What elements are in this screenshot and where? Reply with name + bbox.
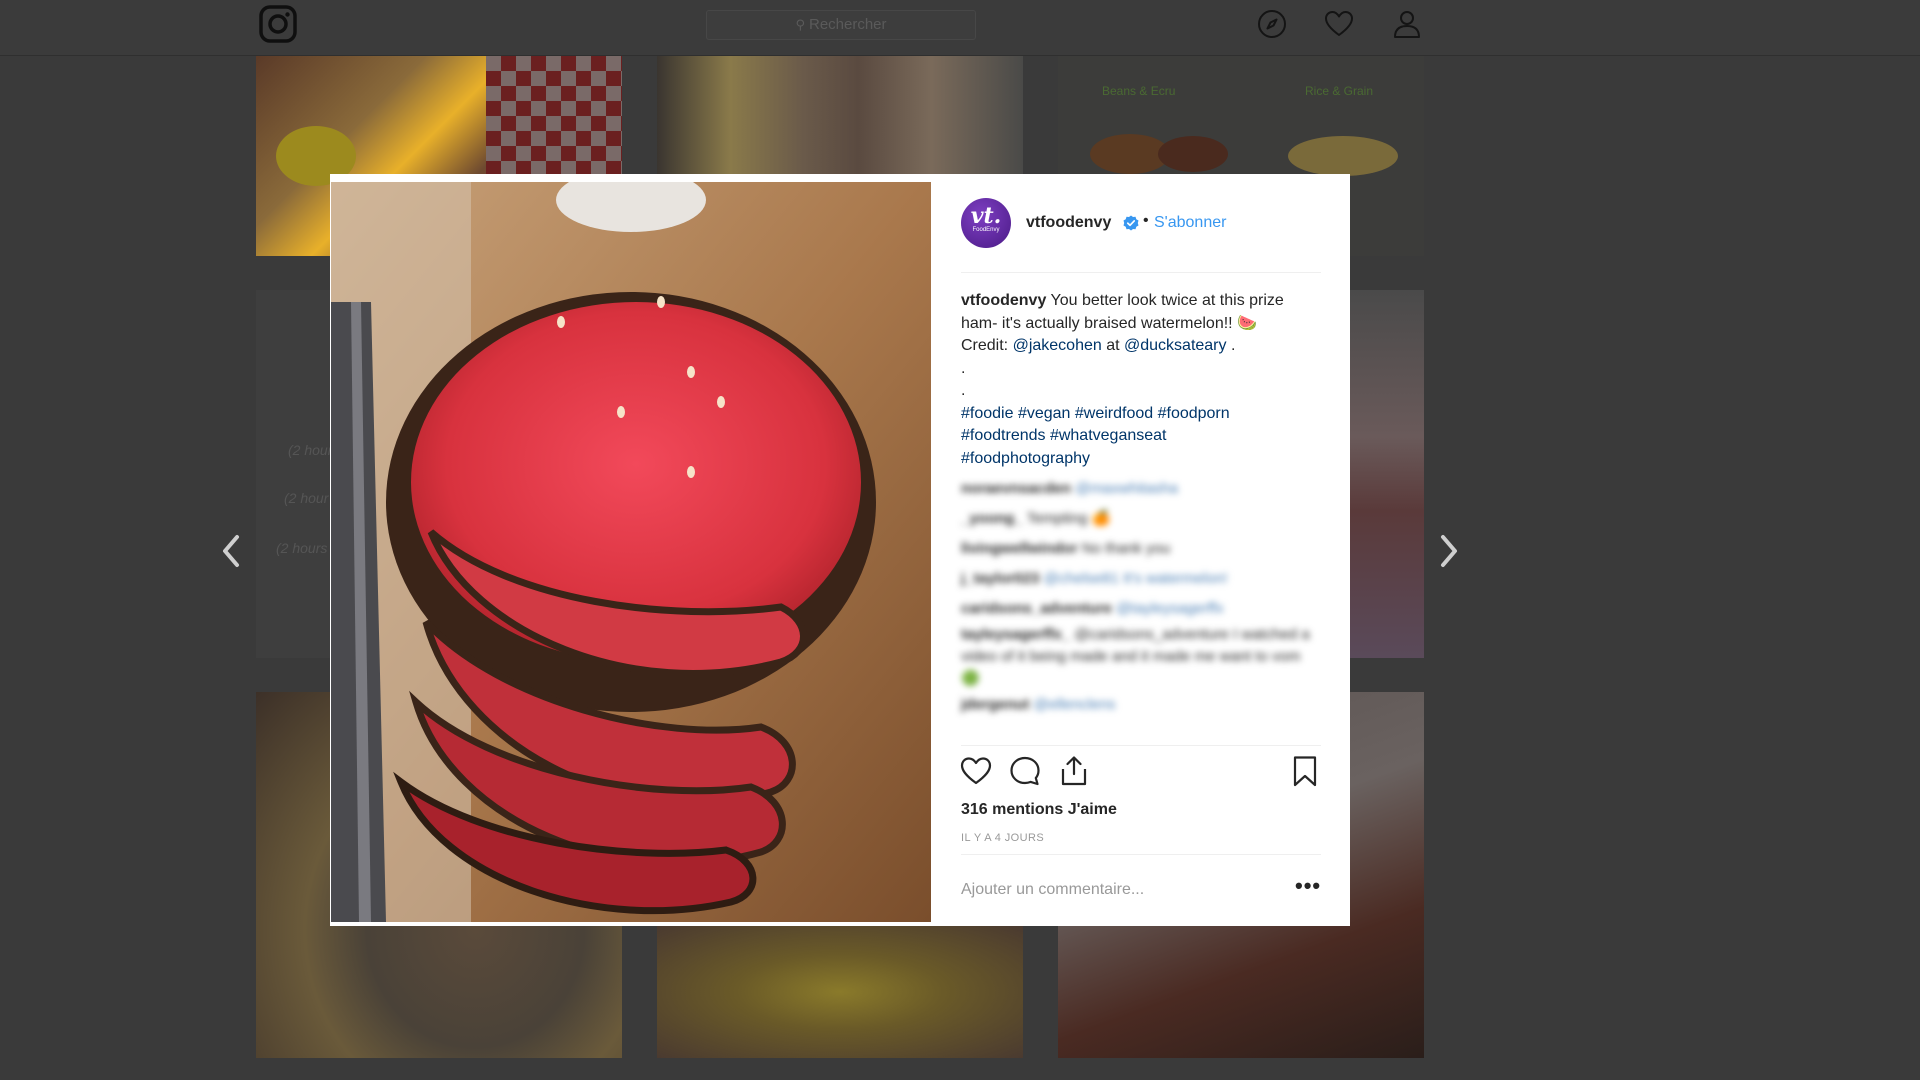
- comment-text: Tempting 🍊: [1022, 510, 1111, 527]
- comment-item[interactable]: livingwellwindor No thank you: [961, 534, 1321, 564]
- comment-bubble-icon[interactable]: [1008, 754, 1042, 788]
- tile-tag-beans: Beans & Ecru: [1102, 84, 1176, 98]
- comment-text: No thank you: [1077, 540, 1171, 557]
- post-username[interactable]: vtfoodenvy: [1026, 214, 1111, 232]
- comment-item[interactable]: caridsons_adventure @tayleysagerffx: [961, 594, 1321, 624]
- comment-username: tayleysagerffx_: [961, 626, 1071, 643]
- profile-icon[interactable]: [1391, 8, 1423, 40]
- like-heart-icon[interactable]: [959, 754, 993, 788]
- caption-dot-2: .: [961, 382, 966, 399]
- tile-time-3: (2 hours: [276, 540, 328, 556]
- grid-post-sandwiches[interactable]: [657, 56, 1023, 174]
- likes-count[interactable]: 316 mentions J'aime: [961, 801, 1117, 819]
- comment-item[interactable]: noraevnsacden @maxwhitasha: [961, 474, 1321, 504]
- comment-text: @chelse81 It's watermelon!: [1039, 570, 1228, 587]
- hashtags-line-3[interactable]: #foodphotography: [961, 448, 1321, 471]
- comment-item[interactable]: j_taylor023 @chelse81 It's watermelon!: [961, 564, 1321, 594]
- tile-tag-rice: Rice & Grain: [1305, 84, 1374, 98]
- caption-username[interactable]: vtfoodenvy: [961, 292, 1046, 309]
- comment-text: @maxwhitasha: [1071, 480, 1178, 497]
- caption-first-paragraph: vtfoodenvy You better look twice at this…: [961, 290, 1321, 335]
- post-timestamp[interactable]: IL Y A 4 JOURS: [961, 832, 1044, 844]
- hashtags-line-1[interactable]: #foodie #vegan #weirdfood #foodporn: [961, 403, 1321, 426]
- actions-divider: [961, 745, 1321, 746]
- caption-dot-1: .: [961, 359, 966, 377]
- comment-list: noraevnsacden @maxwhitasha _yoong_ Tempt…: [961, 474, 1321, 720]
- avatar[interactable]: vt. FoodEnvy: [961, 198, 1011, 248]
- post-modal: vt. FoodEnvy vtfoodenvy • S'abonner vtfo…: [330, 174, 1350, 926]
- more-options-icon[interactable]: •••: [1295, 873, 1321, 899]
- bowl-dish-3: [1288, 136, 1398, 176]
- chevron-left-icon[interactable]: [216, 532, 246, 570]
- hashtags-line-2[interactable]: #foodtrends #whatveganseat: [961, 425, 1321, 448]
- comment-username: _yoong_: [961, 510, 1023, 527]
- comment-text: @ellenclens: [1029, 696, 1116, 713]
- avatar-logo-subtext: FoodEnvy: [972, 227, 1000, 233]
- bowl-dish-2: [1158, 136, 1228, 172]
- comment-text: @tayleysagerffx: [1111, 600, 1224, 617]
- credit-link-ducksateary[interactable]: @ducksateary: [1124, 337, 1227, 354]
- comment-divider: [961, 854, 1321, 855]
- credit-mid: at: [1101, 337, 1124, 354]
- verified-badge-icon: [1123, 215, 1139, 231]
- comment-item[interactable]: _yoong_ Tempting 🍊: [961, 504, 1321, 534]
- header-separator: •: [1143, 212, 1149, 229]
- compass-icon[interactable]: [1256, 8, 1288, 40]
- post-sidebar: vt. FoodEnvy vtfoodenvy • S'abonner vtfo…: [959, 174, 1322, 926]
- comment-username: caridsons_adventure: [961, 600, 1112, 617]
- heart-icon[interactable]: [1323, 8, 1355, 40]
- credit-suffix: .: [1226, 337, 1236, 354]
- bookmark-icon[interactable]: [1288, 754, 1322, 788]
- post-actions: [959, 754, 1322, 790]
- search-placeholder: Rechercher: [808, 16, 887, 33]
- follow-button[interactable]: S'abonner: [1154, 214, 1226, 232]
- post-caption: vtfoodenvy You better look twice at this…: [961, 290, 1321, 470]
- grid-post-right[interactable]: [1350, 290, 1424, 658]
- comment-username: j_taylor023: [961, 570, 1040, 587]
- tile-time-2: (2 hour: [284, 490, 329, 506]
- chevron-right-icon[interactable]: [1434, 532, 1464, 570]
- braised-watermelon-image: [331, 182, 931, 922]
- comment-username: noraevnsacden: [961, 480, 1072, 497]
- comment-item[interactable]: tayleysagerffx_ @caridsons_adventure I w…: [961, 624, 1321, 690]
- grid-post-yellow[interactable]: [657, 926, 1023, 1058]
- post-photo[interactable]: [331, 182, 931, 922]
- caption-credit: Credit: @jakecohen at @ducksateary .: [961, 335, 1321, 358]
- search-icon: ⚲: [795, 17, 805, 32]
- search-input[interactable]: ⚲ Rechercher: [706, 10, 976, 40]
- credit-link-jakecohen[interactable]: @jakecohen: [1013, 337, 1102, 354]
- comment-item[interactable]: jdergenut @ellenclens: [961, 690, 1321, 720]
- add-comment-field[interactable]: Ajouter un commentaire...: [961, 881, 1144, 899]
- avatar-logo-text: vt.: [970, 203, 1002, 229]
- credit-prefix: Credit:: [961, 337, 1013, 354]
- comment-username: livingwellwindor: [961, 540, 1078, 557]
- comment-username: jdergenut: [961, 696, 1030, 713]
- top-navigation-bar: ⚲ Rechercher: [0, 0, 1920, 56]
- share-icon[interactable]: [1057, 754, 1091, 788]
- instagram-logo-icon[interactable]: [258, 4, 298, 44]
- post-header: vt. FoodEnvy vtfoodenvy • S'abonner: [961, 198, 1321, 250]
- header-divider: [961, 272, 1321, 273]
